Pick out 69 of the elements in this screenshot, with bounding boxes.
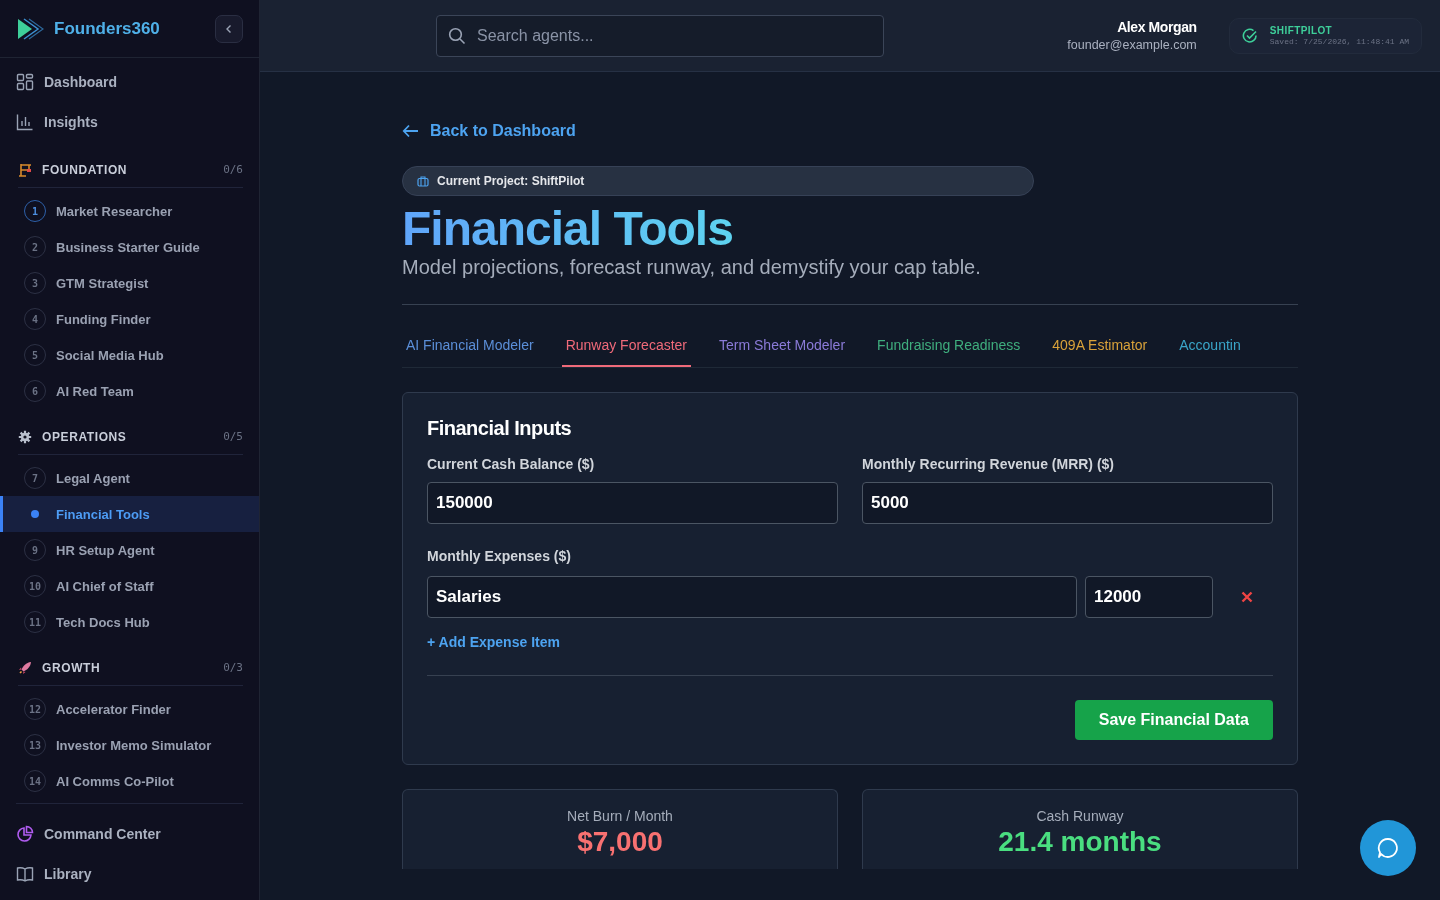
chat-button[interactable] (1360, 820, 1416, 876)
field-label: Current Cash Balance ($) (427, 456, 596, 472)
tab[interactable]: Runway Forecaster (561, 325, 691, 367)
agent-item[interactable]: Financial Tools (0, 496, 259, 532)
bar-chart-icon (16, 113, 34, 131)
metric-value: 21.4 months (998, 826, 1162, 858)
search-field[interactable]: Search agents... (436, 14, 884, 57)
agent-item[interactable]: 13 Investor Memo Simulator (0, 727, 259, 763)
field-label: Monthly Expenses ($) (427, 548, 572, 564)
user-name: Alex Morgan (1117, 19, 1197, 35)
agent-item[interactable]: 6 AI Red Team (0, 373, 259, 409)
agent-item[interactable]: 1 Market Researcher (0, 193, 259, 229)
nav-item[interactable]: Dashboard (16, 62, 243, 102)
card-title: Financial Inputs (427, 417, 573, 440)
expense-amount-field[interactable]: 12000 (1085, 576, 1213, 618)
tab[interactable]: 409A Estimator (1048, 325, 1152, 367)
brand-name: Founders360 (54, 18, 160, 39)
agent-item[interactable]: 10 AI Chief of Staff (0, 568, 259, 604)
agent-item[interactable]: 12 Accelerator Finder (0, 691, 259, 727)
add-expense-link[interactable]: + Add Expense Item (427, 634, 560, 650)
agent-item[interactable]: 14 AI Comms Co-Pilot (0, 763, 259, 799)
tab[interactable]: Term Sheet Modeler (715, 325, 850, 367)
tab[interactable]: Fundraising Readiness (873, 325, 1025, 367)
close-icon (1241, 591, 1253, 603)
section-count: 0/6 (223, 163, 243, 176)
tab[interactable]: AI Financial Modeler (402, 325, 538, 367)
gear-icon (18, 429, 32, 444)
metric-label: Cash Runway (1036, 808, 1124, 824)
pie-chart-icon (16, 825, 34, 843)
section-title: OPERATIONS (42, 429, 128, 444)
search-icon (448, 26, 466, 45)
agent-item[interactable]: 4 Funding Finder (0, 301, 259, 337)
saved-time: Saved: 7/25/2026, 11:48:41 AM (1269, 37, 1409, 46)
mrr-field[interactable]: 5000 (862, 482, 1273, 524)
logo-icon (16, 16, 44, 41)
agent-item[interactable]: 2 Business Starter Guide (0, 229, 259, 265)
book-icon (16, 865, 34, 883)
chat-bubble-icon (1376, 836, 1400, 860)
check-circle-icon (1241, 27, 1258, 44)
collapse-button[interactable] (215, 14, 243, 43)
briefcase-icon (417, 175, 429, 187)
rocket-icon (18, 660, 32, 675)
section-count: 0/5 (223, 430, 243, 443)
chevron-left-icon (224, 23, 234, 34)
back-link[interactable]: Back to Dashboard (402, 122, 576, 140)
grid-icon (16, 73, 34, 91)
crane-icon (18, 162, 32, 177)
agent-item[interactable]: 7 Legal Agent (0, 460, 259, 496)
metric-label: Net Burn / Month (567, 808, 673, 824)
user-email: founder@example.com (1067, 38, 1197, 52)
tab[interactable]: Accountin (1175, 325, 1245, 367)
field-label: Monthly Recurring Revenue (MRR) ($) (862, 456, 1115, 472)
section-title: FOUNDATION (42, 162, 129, 177)
cash-balance-field[interactable]: 150000 (427, 482, 838, 524)
agent-item[interactable]: 9 HR Setup Agent (0, 532, 259, 568)
project-name: SHIFTPILOT (1269, 25, 1334, 36)
nav-item[interactable]: Insights (16, 102, 243, 142)
section-title: GROWTH (42, 660, 102, 675)
agent-item[interactable]: 11 Tech Docs Hub (0, 604, 259, 640)
metric-value: $7,000 (577, 826, 663, 858)
agent-item[interactable]: 3 GTM Strategist (0, 265, 259, 301)
arrow-left-icon (402, 124, 420, 138)
agent-item[interactable]: 5 Social Media Hub (0, 337, 259, 373)
page-subtitle: Model projections, forecast runway, and demystify your cap table. (402, 256, 982, 279)
nav-item[interactable]: Command Center (16, 814, 243, 854)
project-label: Current Project: ShiftPilot (437, 174, 585, 188)
section-count: 0/3 (223, 661, 243, 674)
expense-name-field[interactable]: Salaries (427, 576, 1077, 618)
nav-item[interactable]: Library (16, 854, 243, 894)
